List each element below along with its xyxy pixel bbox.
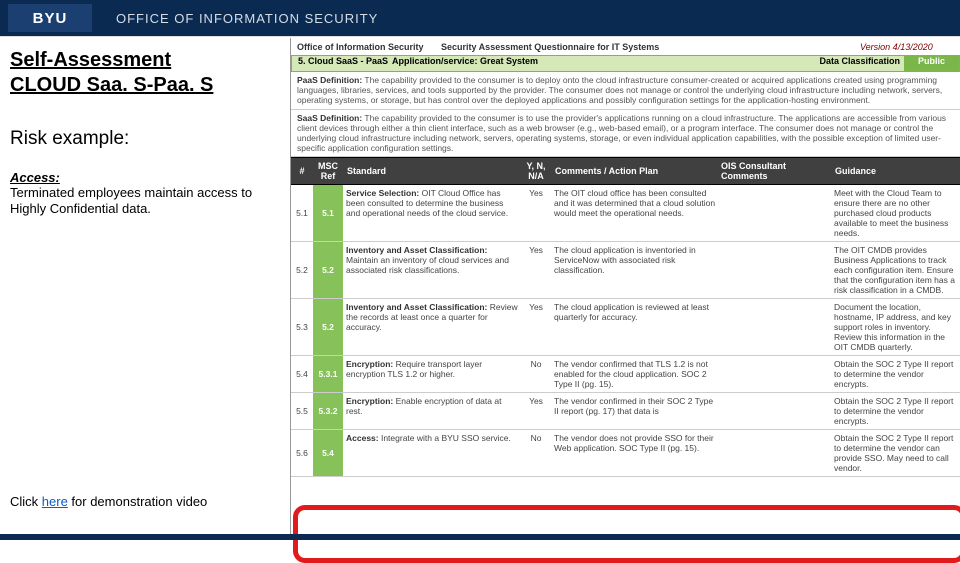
- access-label: Access:: [10, 170, 286, 185]
- table-row: 5.55.3.2Encryption: Enable encryption of…: [291, 393, 960, 430]
- paas-definition: PaaS Definition: The capability provided…: [291, 72, 960, 110]
- demo-link-text: Click here for demonstration video: [10, 494, 286, 509]
- access-text: Terminated employees maintain access to …: [10, 185, 286, 218]
- meta-row: Office of Information Security Security …: [291, 38, 960, 55]
- table-row: 5.45.3.1Encryption: Require transport la…: [291, 356, 960, 393]
- questionnaire-panel: Office of Information Security Security …: [290, 38, 960, 535]
- table-row: 5.35.2Inventory and Asset Classification…: [291, 299, 960, 356]
- header-office: OFFICE OF INFORMATION SECURITY: [116, 11, 378, 26]
- saas-definition: SaaS Definition: The capability provided…: [291, 110, 960, 158]
- risk-heading: Risk example:: [10, 128, 286, 150]
- left-panel: Self-Assessment CLOUD Saa. S-Paa. S Risk…: [0, 38, 290, 535]
- demo-link[interactable]: here: [42, 494, 68, 509]
- table-row: 5.25.2Inventory and Asset Classification…: [291, 242, 960, 299]
- header: BYU OFFICE OF INFORMATION SECURITY: [0, 0, 960, 36]
- table-header: # MSC Ref Standard Y, N, N/A Comments / …: [291, 157, 960, 185]
- table-row: 5.65.4Access: Integrate with a BYU SSO s…: [291, 430, 960, 477]
- section-row: 5. Cloud SaaS - PaaS Application/service…: [291, 55, 960, 72]
- byu-logo: BYU: [8, 4, 92, 32]
- table-row: 5.15.1Service Selection: OIT Cloud Offic…: [291, 185, 960, 242]
- page-title: Self-Assessment CLOUD Saa. S-Paa. S: [10, 48, 286, 98]
